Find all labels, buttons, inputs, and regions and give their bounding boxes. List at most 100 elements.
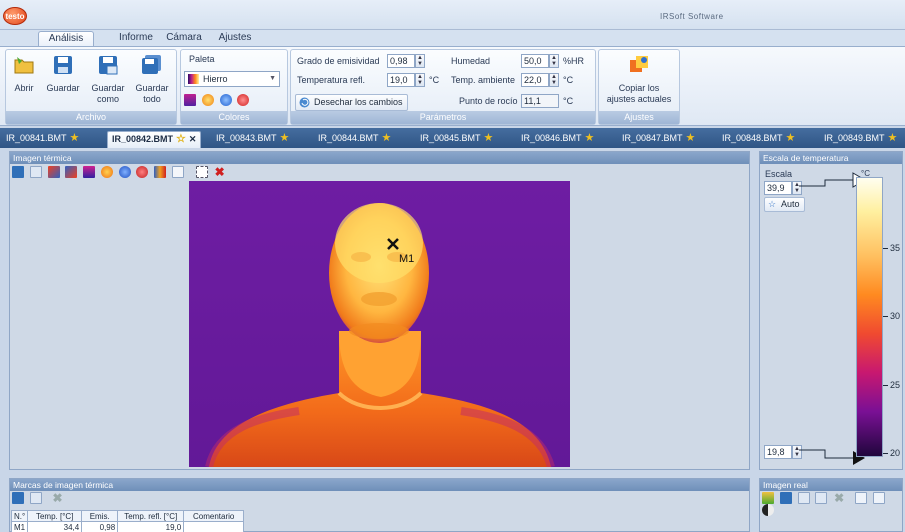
delete-icon[interactable]: ✖ (52, 492, 64, 504)
ambient-temp-spinner[interactable]: ▲ ▼ (549, 73, 559, 87)
app-logo[interactable]: testo (3, 7, 27, 25)
select-area-icon[interactable] (195, 166, 208, 178)
file-tab-strip: IR_00841.BMT ★ IR_00842.BMT ☆ ✕ IR_00843.BM… (0, 128, 905, 148)
copy-icon[interactable] (797, 492, 810, 504)
contrast-icon[interactable] (762, 504, 774, 516)
fusion-icon[interactable] (872, 492, 885, 504)
cold-spot-icon[interactable] (118, 166, 131, 178)
copy-icon[interactable] (29, 166, 42, 178)
file-tab[interactable]: IR_00849.BMT ★ (822, 131, 897, 148)
color-scale-bar[interactable] (856, 177, 883, 457)
refl-temp-field[interactable]: 19,0 (387, 73, 415, 87)
discard-changes-button[interactable]: Desechar los cambios (295, 94, 408, 111)
star-icon[interactable]: ★ (382, 132, 392, 144)
column-header[interactable]: N.° (10, 510, 29, 522)
delete-icon[interactable]: ✖ (214, 166, 226, 178)
save-all-button[interactable]: Guardar todo (132, 54, 172, 105)
color-tools (184, 94, 252, 108)
star-icon[interactable]: ★ (70, 132, 80, 144)
tab-analisis[interactable]: Análisis (38, 31, 94, 46)
emissivity-label: Grado de emisividad (297, 56, 380, 66)
humidity-field[interactable]: 50,0 (521, 54, 549, 68)
hot-spot-icon[interactable] (100, 166, 113, 178)
histogram-icon[interactable] (154, 166, 167, 178)
save-icon[interactable] (12, 492, 24, 504)
scale-connectors (799, 172, 865, 465)
isotherm-icon[interactable] (184, 94, 196, 106)
file-tab[interactable]: IR_00845.BMT ★ (418, 131, 493, 148)
file-tab[interactable]: IR_00848.BMT ★ (720, 131, 795, 148)
mark-emissivity[interactable]: 0,98 (81, 521, 119, 532)
column-header[interactable]: Temp. refl. [°C] (117, 510, 185, 522)
refl-temp-spinner[interactable]: ▲ ▼ (415, 73, 425, 87)
scale-max-field[interactable]: 39,9 (764, 181, 792, 195)
group-ajustes: Copiar los ajustes actuales Ajustes (598, 49, 680, 125)
hot-spot-icon[interactable] (201, 94, 214, 106)
open-icon[interactable] (762, 492, 774, 504)
paste-icon[interactable] (815, 492, 828, 504)
star-icon[interactable]: ★ (786, 132, 796, 144)
star-icon[interactable]: ★ (484, 132, 494, 144)
file-tab-label: IR_00845.BMT (420, 133, 481, 143)
ribbon-tab-row: Análisis Informe Cámara Ajustes (0, 30, 905, 46)
file-tab[interactable]: IR_00843.BMT ★ (214, 131, 289, 148)
thermal-image[interactable]: M1 (189, 181, 570, 467)
undo-icon (299, 97, 310, 108)
close-icon[interactable]: ✕ (189, 134, 197, 144)
mark-temp[interactable]: 34,4 (27, 521, 83, 532)
tab-informe[interactable]: Informe (114, 31, 158, 46)
star-icon[interactable]: ★ (280, 132, 290, 144)
star-icon[interactable]: ★ (585, 132, 595, 144)
mark-comment[interactable] (183, 521, 245, 532)
file-tab[interactable]: IR_00844.BMT ★ (316, 131, 391, 148)
group-title-ajustes: Ajustes (599, 111, 679, 124)
zoom-icon[interactable] (47, 166, 60, 178)
group-title-archivo: Archivo (6, 111, 176, 124)
crosshair-icon[interactable] (83, 166, 96, 178)
save-button[interactable]: Guardar (44, 54, 82, 94)
profile-icon[interactable] (172, 166, 185, 178)
file-tab-active[interactable]: IR_00842.BMT ☆ ✕ (107, 131, 202, 148)
emissivity-field[interactable]: 0,98 (387, 54, 415, 68)
ambient-temp-field[interactable]: 22,0 (521, 73, 549, 87)
palette-select[interactable]: Hierro ▼ (184, 71, 280, 87)
fit-icon[interactable] (65, 166, 78, 178)
copy-settings-button[interactable]: Copiar los ajustes actuales (601, 54, 677, 105)
table-row[interactable]: M1 34,4 0,98 19,0 (10, 521, 245, 532)
file-tab-label: IR_00844.BMT (318, 133, 379, 143)
file-tab[interactable]: IR_00841.BMT ★ (4, 131, 79, 148)
measure-point-icon[interactable] (136, 166, 149, 178)
copy-icon[interactable] (29, 492, 42, 504)
tab-camara[interactable]: Cámara (164, 31, 204, 46)
save-icon[interactable] (12, 166, 24, 178)
file-tab[interactable]: IR_00846.BMT ★ (519, 131, 594, 148)
column-header[interactable]: Emis. (81, 510, 119, 522)
cold-spot-icon[interactable] (219, 94, 232, 106)
file-tab[interactable]: IR_00847.BMT ★ (620, 131, 695, 148)
column-header[interactable]: Comentario (183, 510, 245, 522)
real-panel-title: Imagen real (760, 479, 902, 491)
star-icon[interactable]: ☆ (176, 133, 186, 145)
scale-tick-label: 20 (890, 448, 901, 458)
star-icon[interactable]: ★ (686, 132, 696, 144)
delete-icon[interactable]: ✖ (833, 492, 845, 504)
column-header[interactable]: Temp. [°C] (27, 510, 83, 522)
window-title: IRSoft Software (660, 12, 724, 21)
tab-ajustes[interactable]: Ajustes (215, 31, 255, 46)
marker-label: M1 (399, 253, 414, 265)
emissivity-spinner[interactable]: ▲ ▼ (415, 54, 425, 68)
chevron-down-icon: ▼ (269, 75, 276, 82)
star-icon[interactable]: ★ (888, 132, 898, 144)
file-tab-label: IR_00846.BMT (521, 133, 582, 143)
dewpoint-label: Punto de rocío (459, 96, 518, 106)
scale-min-field[interactable]: 19,8 (764, 445, 792, 459)
scale-tick-label: 30 (890, 311, 901, 321)
humidity-spinner[interactable]: ▲ ▼ (549, 54, 559, 68)
alarm-color-icon[interactable] (237, 94, 250, 106)
save-icon[interactable] (779, 492, 792, 504)
open-button[interactable]: Abrir (9, 54, 39, 94)
thermal-panel-title: Imagen térmica (10, 152, 749, 164)
mark-refl-temp[interactable]: 19,0 (117, 521, 185, 532)
overlay-icon[interactable] (854, 492, 867, 504)
save-as-button[interactable]: Guardar como (88, 54, 128, 105)
